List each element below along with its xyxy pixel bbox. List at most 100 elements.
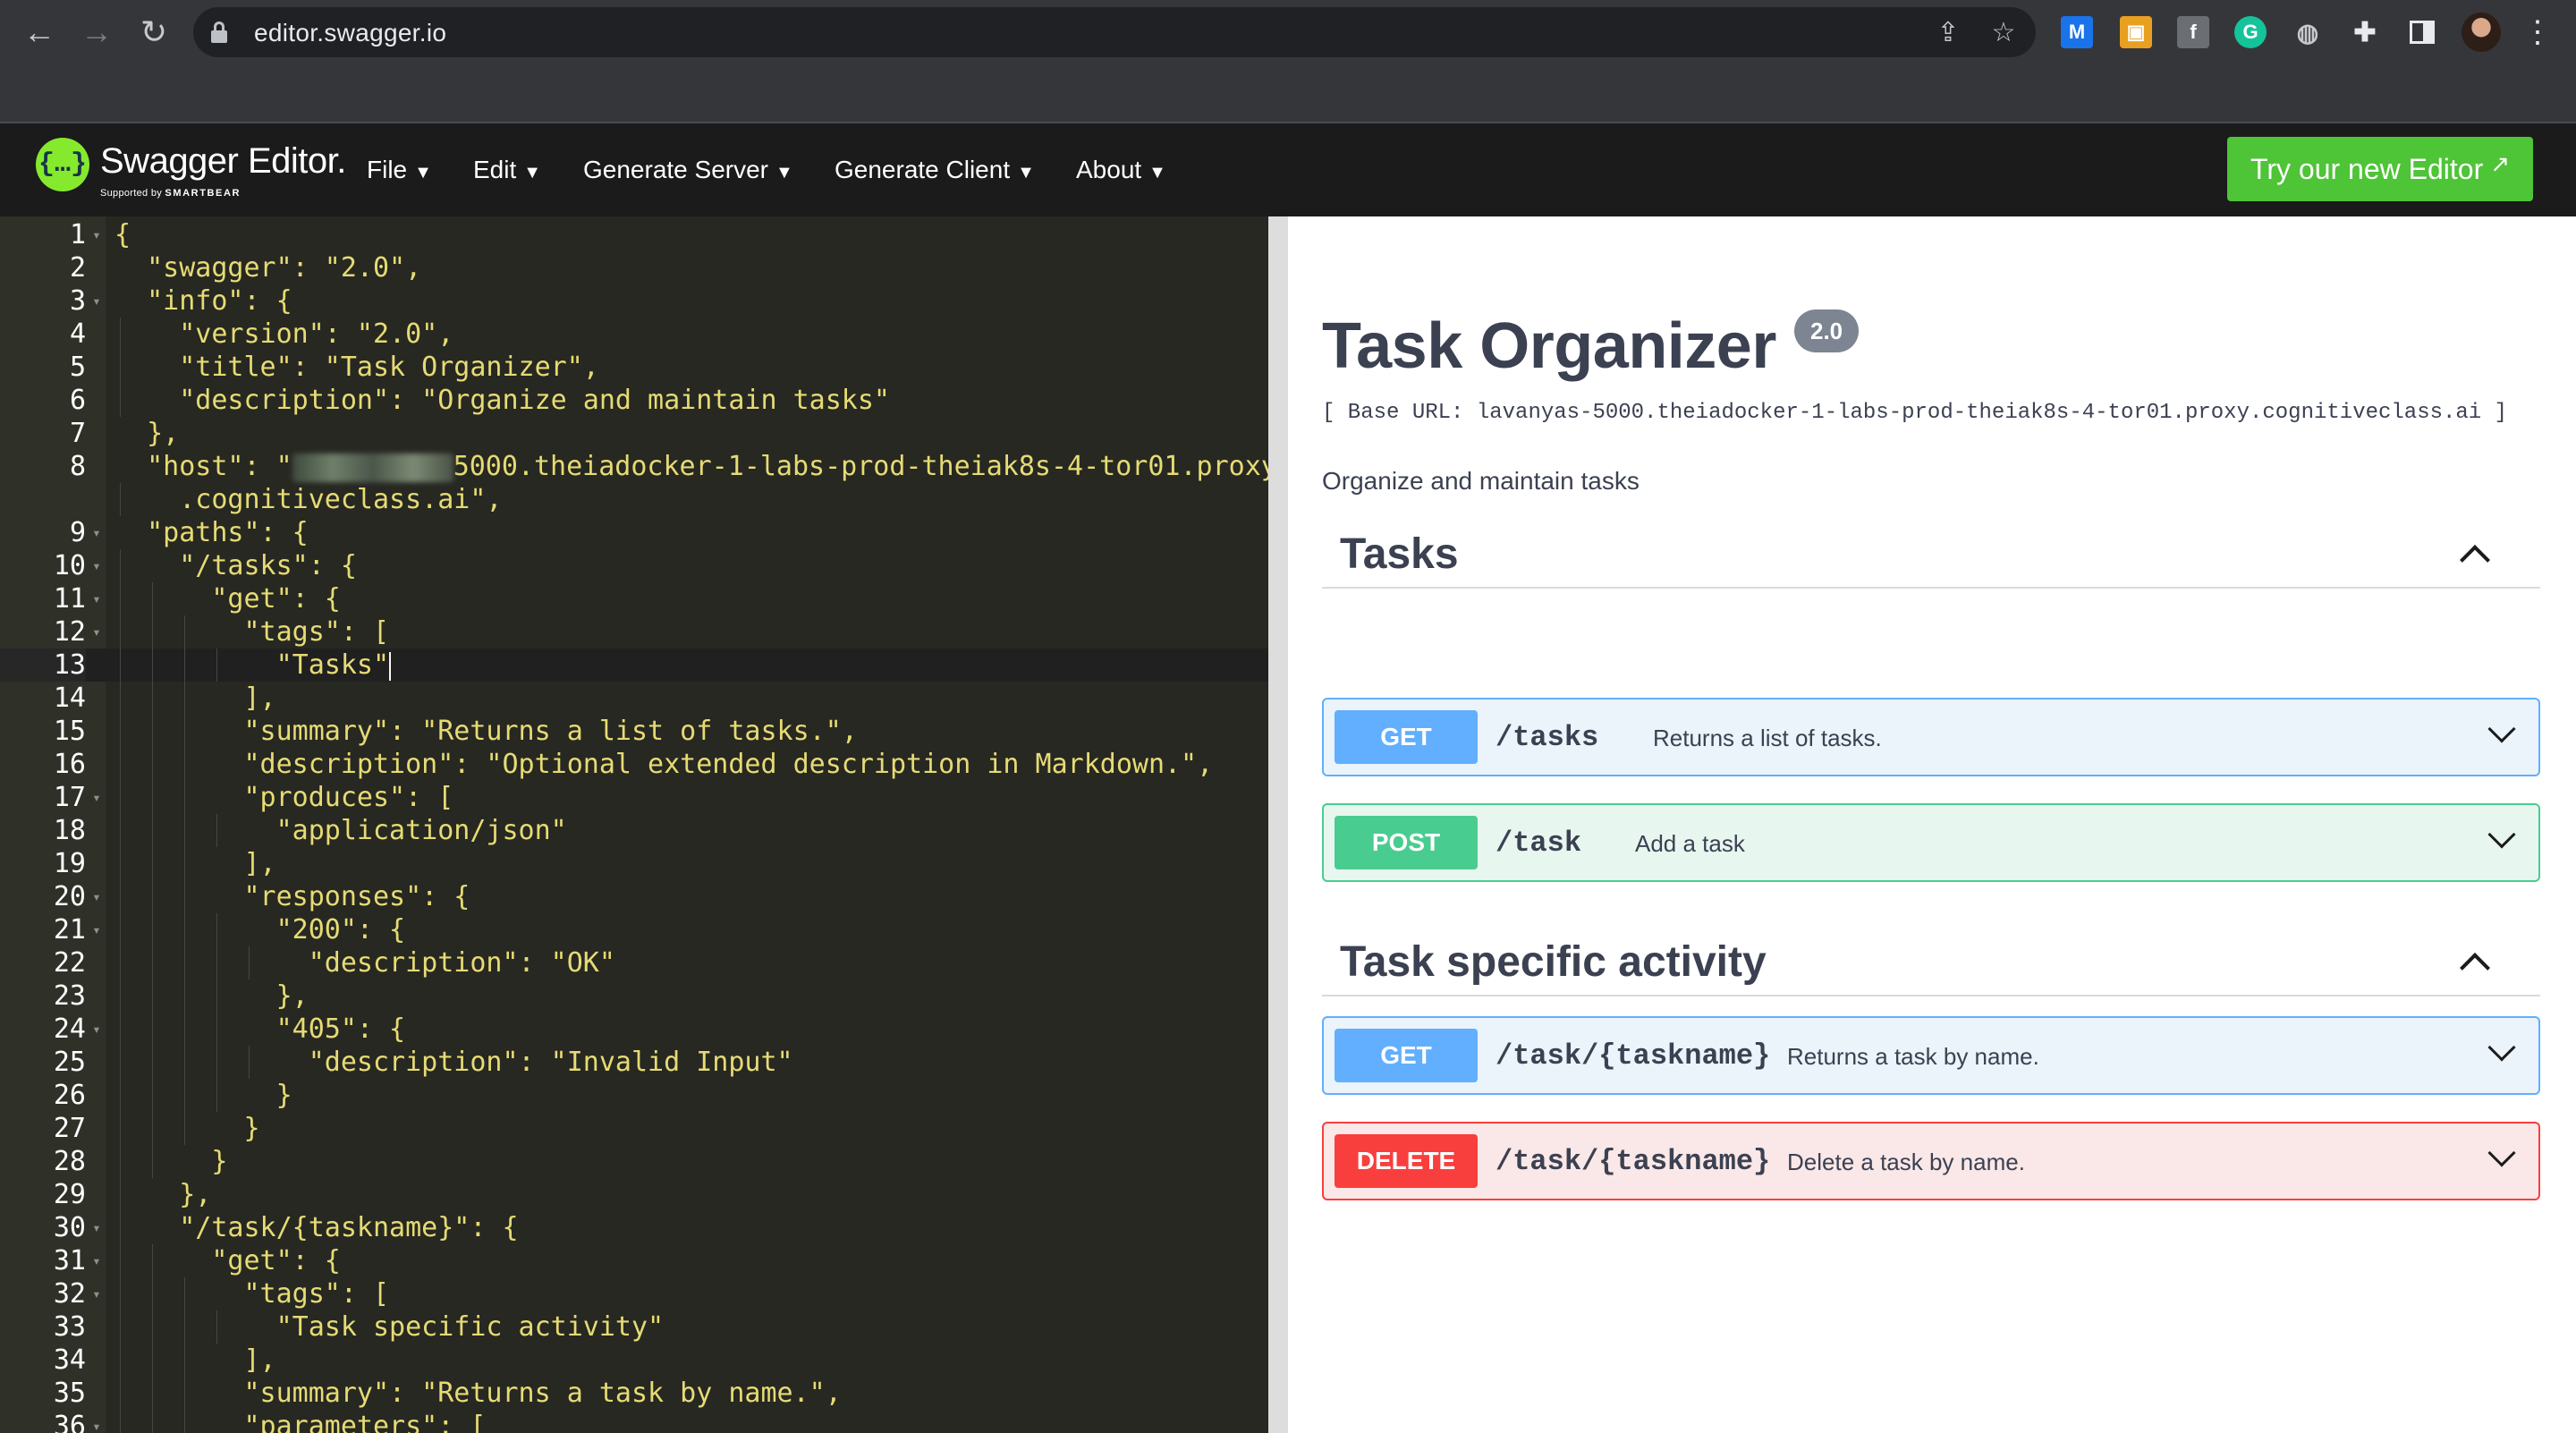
code-line[interactable]: 23 }, — [0, 979, 1268, 1013]
code-text[interactable]: ], — [114, 847, 275, 880]
code-line[interactable]: 16 "description": "Optional extended des… — [0, 748, 1268, 781]
reload-icon[interactable]: ↻ — [134, 13, 174, 52]
swagger-editor-title[interactable]: Swagger Editor. — [100, 141, 346, 182]
code-line[interactable]: 24 ▾ "405": { — [0, 1013, 1268, 1046]
code-line[interactable]: 11 ▾ "get": { — [0, 582, 1268, 615]
profile-avatar[interactable] — [2462, 13, 2501, 52]
code-text[interactable]: "200": { — [114, 913, 406, 946]
code-line[interactable]: 29 }, — [0, 1178, 1268, 1211]
code-line[interactable]: 5 "title": "Task Organizer", — [0, 351, 1268, 384]
code-text[interactable]: } — [114, 1112, 259, 1145]
code-line[interactable]: 9 ▾ "paths": { — [0, 516, 1268, 549]
code-line[interactable]: 31 ▾ "get": { — [0, 1244, 1268, 1277]
code-line[interactable]: 4 "version": "2.0", — [0, 318, 1268, 351]
fold-toggle-icon[interactable]: ▾ — [88, 615, 106, 649]
side-panel-icon[interactable] — [2406, 16, 2438, 48]
menu-edit[interactable]: Edit ▼ — [473, 156, 541, 184]
code-text[interactable]: }, — [114, 979, 309, 1013]
lock-icon[interactable] — [211, 21, 227, 43]
code-line[interactable]: 32 ▾ "tags": [ — [0, 1277, 1268, 1310]
tag-name[interactable]: Task specific activity — [1340, 937, 1767, 987]
code-line[interactable]: 2 "swagger": "2.0", — [0, 251, 1268, 284]
code-text[interactable]: "summary": "Returns a task by name.", — [114, 1377, 841, 1410]
code-text[interactable]: .cognitiveclass.ai", — [114, 483, 502, 516]
code-line[interactable]: 3 ▾ "info": { — [0, 284, 1268, 318]
address-bar[interactable]: editor.swagger.io ⇪ ☆ — [193, 7, 2036, 57]
code-line[interactable]: 35 "summary": "Returns a task by name.", — [0, 1377, 1268, 1410]
code-text[interactable]: "Task specific activity" — [114, 1310, 664, 1344]
code-text[interactable]: "produces": [ — [114, 781, 453, 814]
tag-header-tasks[interactable]: Tasks — [1322, 519, 2540, 589]
forward-arrow-icon[interactable]: → — [77, 13, 116, 52]
fold-toggle-icon[interactable]: ▾ — [88, 880, 106, 913]
bookmark-star-icon[interactable]: ☆ — [1987, 16, 2020, 48]
fold-toggle-icon[interactable]: ▾ — [88, 781, 106, 814]
code-text[interactable]: "swagger": "2.0", — [114, 251, 421, 284]
chevron-down-icon[interactable] — [2487, 820, 2517, 855]
code-line[interactable]: 34 ], — [0, 1344, 1268, 1377]
code-text[interactable]: "description": "Invalid Input" — [114, 1046, 793, 1079]
share-icon[interactable]: ⇪ — [1932, 16, 1964, 48]
chevron-down-icon[interactable] — [2487, 1033, 2517, 1068]
back-arrow-icon[interactable]: ← — [20, 13, 59, 52]
menu-generate-server[interactable]: Generate Server ▼ — [583, 156, 793, 184]
code-text[interactable]: "Tasks" — [114, 649, 392, 682]
code-line[interactable]: 25 "description": "Invalid Input" — [0, 1046, 1268, 1079]
code-text[interactable]: ], — [114, 682, 275, 715]
code-text[interactable]: "responses": { — [114, 880, 470, 913]
fold-toggle-icon[interactable]: ▾ — [88, 1013, 106, 1046]
code-line[interactable]: 26 } — [0, 1079, 1268, 1112]
code-line[interactable]: 10 ▾ "/tasks": { — [0, 549, 1268, 582]
fold-toggle-icon[interactable]: ▾ — [88, 1211, 106, 1244]
code-text[interactable]: "paths": { — [114, 516, 309, 549]
code-text[interactable]: "application/json" — [114, 814, 567, 847]
code-text[interactable]: "summary": "Returns a list of tasks.", — [114, 715, 857, 748]
code-line[interactable]: 28 } — [0, 1145, 1268, 1178]
menu-about[interactable]: About ▼ — [1076, 156, 1166, 184]
code-line[interactable]: 14 ], — [0, 682, 1268, 715]
code-text[interactable]: "title": "Task Organizer", — [114, 351, 599, 384]
code-text[interactable]: "version": "2.0", — [114, 318, 453, 351]
code-line[interactable]: 20 ▾ "responses": { — [0, 880, 1268, 913]
chevron-down-icon[interactable] — [2487, 1139, 2517, 1174]
fold-toggle-icon[interactable]: ▾ — [88, 516, 106, 549]
swagger-logo-icon[interactable]: {…} — [36, 138, 89, 191]
url-text[interactable]: editor.swagger.io — [254, 19, 446, 47]
code-line[interactable]: 12 ▾ "tags": [ — [0, 615, 1268, 649]
tag-name[interactable]: Tasks — [1340, 530, 1459, 579]
code-editor[interactable]: 1 ▾{2 "swagger": "2.0", 3 ▾ "info": {4 "ver… — [0, 216, 1268, 1433]
tag-header-task-specific-activity[interactable]: Task specific activity — [1322, 927, 2540, 996]
code-line[interactable]: 13 "Tasks" — [0, 649, 1268, 682]
code-line[interactable]: 36 ▾ "parameters": [ — [0, 1410, 1268, 1433]
menu-generate-client[interactable]: Generate Client ▼ — [835, 156, 1035, 184]
fold-toggle-icon[interactable]: ▾ — [88, 582, 106, 615]
fold-toggle-icon[interactable]: ▾ — [88, 1277, 106, 1310]
code-line[interactable]: 15 "summary": "Returns a list of tasks."… — [0, 715, 1268, 748]
code-line[interactable]: 1 ▾ { — [0, 218, 1268, 251]
code-text[interactable]: } — [114, 1079, 292, 1112]
fold-toggle-icon[interactable]: ▾ — [88, 1244, 106, 1277]
code-text[interactable]: { — [114, 218, 131, 251]
code-text[interactable]: "description": "OK" — [114, 946, 615, 979]
chevron-up-icon[interactable] — [2460, 948, 2490, 983]
code-line[interactable]: 19 ], — [0, 847, 1268, 880]
code-line[interactable]: .cognitiveclass.ai", — [0, 483, 1268, 516]
chevron-up-icon[interactable] — [2460, 540, 2490, 575]
extension-image-icon[interactable]: ▣ — [2120, 16, 2152, 48]
extension-m-icon[interactable]: M — [2061, 16, 2093, 48]
code-line[interactable]: 8 "host": " 5000.theiadocker-1-labs-prod-… — [0, 450, 1268, 483]
fold-toggle-icon[interactable]: ▾ — [88, 1410, 106, 1433]
fold-toggle-icon[interactable]: ▾ — [88, 218, 106, 251]
extensions-puzzle-icon[interactable]: ✚ — [2349, 16, 2381, 48]
operation-get-tasks[interactable]: GET /tasks Returns a list of tasks. — [1322, 698, 2540, 776]
code-text[interactable]: "get": { — [114, 1244, 341, 1277]
fold-toggle-icon[interactable]: ▾ — [88, 284, 106, 318]
code-text[interactable]: "tags": [ — [114, 615, 389, 649]
code-text[interactable]: "405": { — [114, 1013, 406, 1046]
code-line[interactable]: 7 }, — [0, 417, 1268, 450]
extension-cookie-icon[interactable]: ◍ — [2292, 16, 2324, 48]
operation-post-task[interactable]: POST /task Add a task — [1322, 803, 2540, 882]
code-text[interactable]: "/tasks": { — [114, 549, 357, 582]
extension-facebook-icon[interactable]: f — [2177, 16, 2209, 48]
code-text[interactable]: "parameters": [ — [114, 1410, 486, 1433]
